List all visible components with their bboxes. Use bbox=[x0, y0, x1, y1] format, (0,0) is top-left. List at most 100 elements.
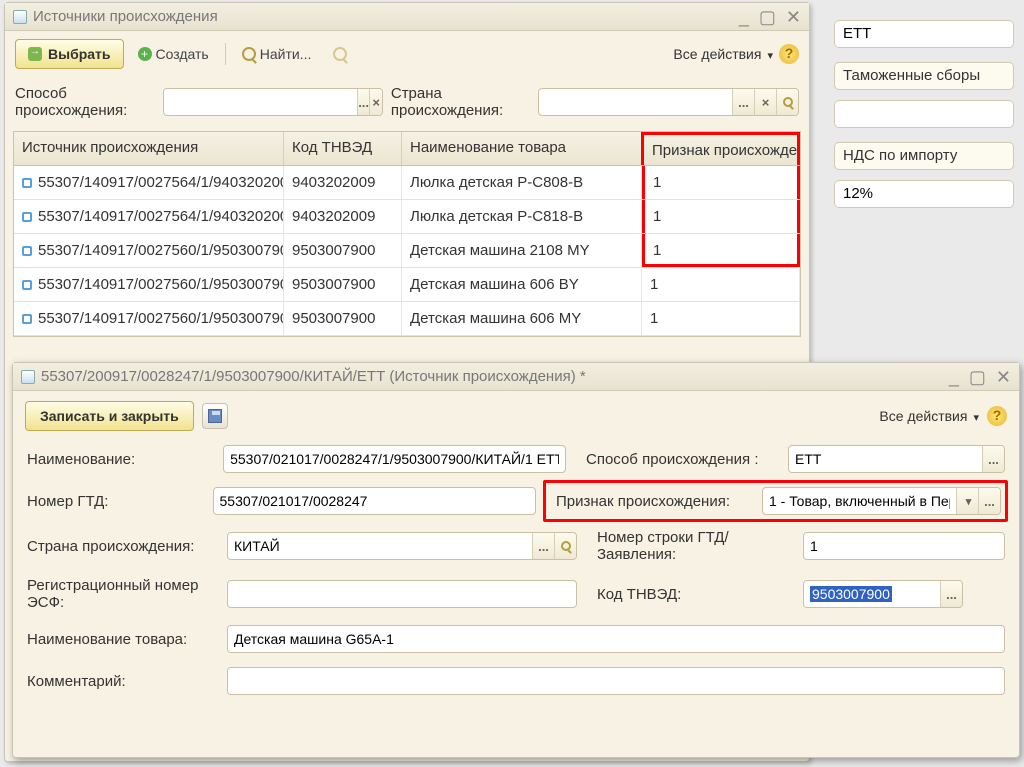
lookup-button[interactable]: ... bbox=[357, 89, 370, 115]
row-icon bbox=[22, 280, 32, 290]
method-field[interactable]: ... bbox=[788, 445, 1005, 473]
maximize-button[interactable]: ▢ bbox=[969, 363, 986, 391]
side-customs-field[interactable] bbox=[834, 100, 1014, 128]
table-row[interactable]: 55307/140917/0027560/1/9503007900/К... 9… bbox=[14, 302, 800, 336]
code-label: Код ТНВЭД: bbox=[597, 586, 793, 603]
filter-row: Способ происхождения: ... × Страна проис… bbox=[5, 77, 809, 131]
line-field[interactable] bbox=[803, 532, 1005, 560]
grid-header: Источник происхождения Код ТНВЭД Наимено… bbox=[14, 132, 800, 166]
method-filter-label: Способ происхождения: bbox=[15, 85, 155, 119]
find-button[interactable]: Найти... bbox=[234, 39, 320, 69]
help-button[interactable]: ? bbox=[987, 406, 1007, 426]
save-close-button[interactable]: Записать и закрыть bbox=[25, 401, 194, 431]
find-label: Найти... bbox=[260, 46, 312, 62]
lookup-button[interactable]: ... bbox=[978, 488, 1000, 514]
table-row[interactable]: 55307/140917/0027560/1/9503007900/К... 9… bbox=[14, 268, 800, 302]
plus-icon: + bbox=[138, 47, 152, 61]
col-name[interactable]: Наименование товара bbox=[402, 132, 642, 165]
product-field[interactable] bbox=[227, 625, 1005, 653]
close-button[interactable]: ✕ bbox=[786, 3, 801, 31]
all-actions-label: Все действия bbox=[673, 46, 761, 62]
gtd-field[interactable] bbox=[213, 487, 536, 515]
esf-field[interactable] bbox=[227, 580, 577, 608]
all-actions-label: Все действия bbox=[879, 408, 967, 424]
row-icon bbox=[22, 314, 32, 324]
select-label: Выбрать bbox=[48, 46, 111, 62]
help-button[interactable]: ? bbox=[779, 44, 799, 64]
sign-label: Признак происхождения: bbox=[556, 493, 752, 510]
page-icon bbox=[21, 370, 35, 384]
sign-highlight: Признак происхождения: ... bbox=[543, 480, 1008, 522]
close-button[interactable]: ✕ bbox=[996, 363, 1011, 391]
side-vat-label: НДС по импорту bbox=[834, 142, 1014, 170]
chevron-down-icon bbox=[971, 408, 979, 424]
country-filter-label: Страна происхождения: bbox=[391, 85, 530, 119]
minimize-button[interactable]: _ bbox=[739, 3, 749, 31]
row-icon bbox=[22, 212, 32, 222]
lookup-button[interactable]: ... bbox=[732, 89, 754, 115]
side-ett-field[interactable]: ЕТТ bbox=[834, 20, 1014, 48]
select-button[interactable]: Выбрать bbox=[15, 39, 124, 69]
clear-button[interactable]: × bbox=[754, 89, 776, 115]
country-field[interactable]: ... bbox=[227, 532, 577, 560]
create-label: Создать bbox=[156, 46, 209, 62]
side-customs-label: Таможенные сборы bbox=[834, 62, 1014, 90]
name-label: Наименование: bbox=[27, 451, 213, 468]
lookup-button[interactable]: ... bbox=[982, 446, 1004, 472]
table-row[interactable]: 55307/140917/0027564/1/9403202009/К... 9… bbox=[14, 166, 800, 200]
select-icon bbox=[28, 47, 42, 61]
maximize-button[interactable]: ▢ bbox=[759, 3, 776, 31]
search-clear-icon bbox=[333, 47, 347, 61]
page-icon bbox=[13, 10, 27, 24]
detail-toolbar: Записать и закрыть Все действия ? bbox=[13, 391, 1019, 441]
method-label: Способ происхождения : bbox=[586, 451, 778, 468]
side-panel: ЕТТ Таможенные сборы НДС по импорту 12% bbox=[824, 6, 1024, 222]
disk-icon bbox=[208, 409, 222, 423]
row-icon bbox=[22, 178, 32, 188]
esf-label: Регистрационный номер ЭСФ: bbox=[27, 577, 217, 611]
name-field[interactable] bbox=[223, 445, 566, 473]
col-sign[interactable]: Признак происхождения bbox=[641, 132, 800, 165]
row-icon bbox=[22, 246, 32, 256]
col-code[interactable]: Код ТНВЭД bbox=[284, 132, 402, 165]
detail-form: Наименование: Способ происхождения : ...… bbox=[13, 441, 1019, 713]
product-label: Наименование товара: bbox=[27, 631, 217, 648]
country-filter-text[interactable] bbox=[539, 89, 732, 115]
detail-title: 55307/200917/0028247/1/9503007900/КИТАЙ/… bbox=[41, 363, 949, 391]
all-actions-button[interactable]: Все действия bbox=[879, 408, 979, 424]
lookup-button[interactable]: ... bbox=[940, 581, 962, 607]
comment-label: Комментарий: bbox=[27, 673, 217, 690]
code-field[interactable]: 9503007900 ... bbox=[803, 580, 963, 608]
search-icon bbox=[242, 47, 256, 61]
line-label: Номер строки ГТД/Заявления: bbox=[597, 529, 793, 563]
sources-title: Источники происхождения bbox=[33, 3, 739, 31]
comment-field[interactable] bbox=[227, 667, 1005, 695]
detail-window: 55307/200917/0028247/1/9503007900/КИТАЙ/… bbox=[12, 362, 1020, 758]
clear-find-button[interactable] bbox=[325, 39, 355, 69]
side-vat-field[interactable]: 12% bbox=[834, 180, 1014, 208]
all-actions-button[interactable]: Все действия bbox=[673, 46, 773, 62]
method-filter-text[interactable] bbox=[164, 89, 357, 115]
chevron-down-icon bbox=[765, 46, 773, 62]
country-label: Страна происхождения: bbox=[27, 538, 217, 555]
detail-titlebar: 55307/200917/0028247/1/9503007900/КИТАЙ/… bbox=[13, 363, 1019, 391]
country-filter-input[interactable]: ... × bbox=[538, 88, 799, 116]
table-row[interactable]: 55307/140917/0027564/1/9403202009/К... 9… bbox=[14, 200, 800, 234]
clear-button[interactable]: × bbox=[369, 89, 382, 115]
create-button[interactable]: + Создать bbox=[130, 39, 217, 69]
lookup-button[interactable]: ... bbox=[532, 533, 554, 559]
open-button[interactable] bbox=[776, 89, 798, 115]
sources-grid[interactable]: Источник происхождения Код ТНВЭД Наимено… bbox=[13, 131, 801, 337]
table-row[interactable]: 55307/140917/0027560/1/9503007900/К... 9… bbox=[14, 234, 800, 268]
minimize-button[interactable]: _ bbox=[949, 363, 959, 391]
method-filter-input[interactable]: ... × bbox=[163, 88, 383, 116]
gtd-label: Номер ГТД: bbox=[27, 493, 203, 510]
save-button[interactable] bbox=[202, 403, 228, 429]
dropdown-button[interactable] bbox=[956, 488, 978, 514]
separator bbox=[225, 43, 226, 65]
sign-field[interactable]: ... bbox=[762, 487, 1001, 515]
code-value: 9503007900 bbox=[810, 586, 892, 602]
col-source[interactable]: Источник происхождения bbox=[14, 132, 284, 165]
open-button[interactable] bbox=[554, 533, 576, 559]
sources-toolbar: Выбрать + Создать Найти... Все действия … bbox=[5, 31, 809, 77]
